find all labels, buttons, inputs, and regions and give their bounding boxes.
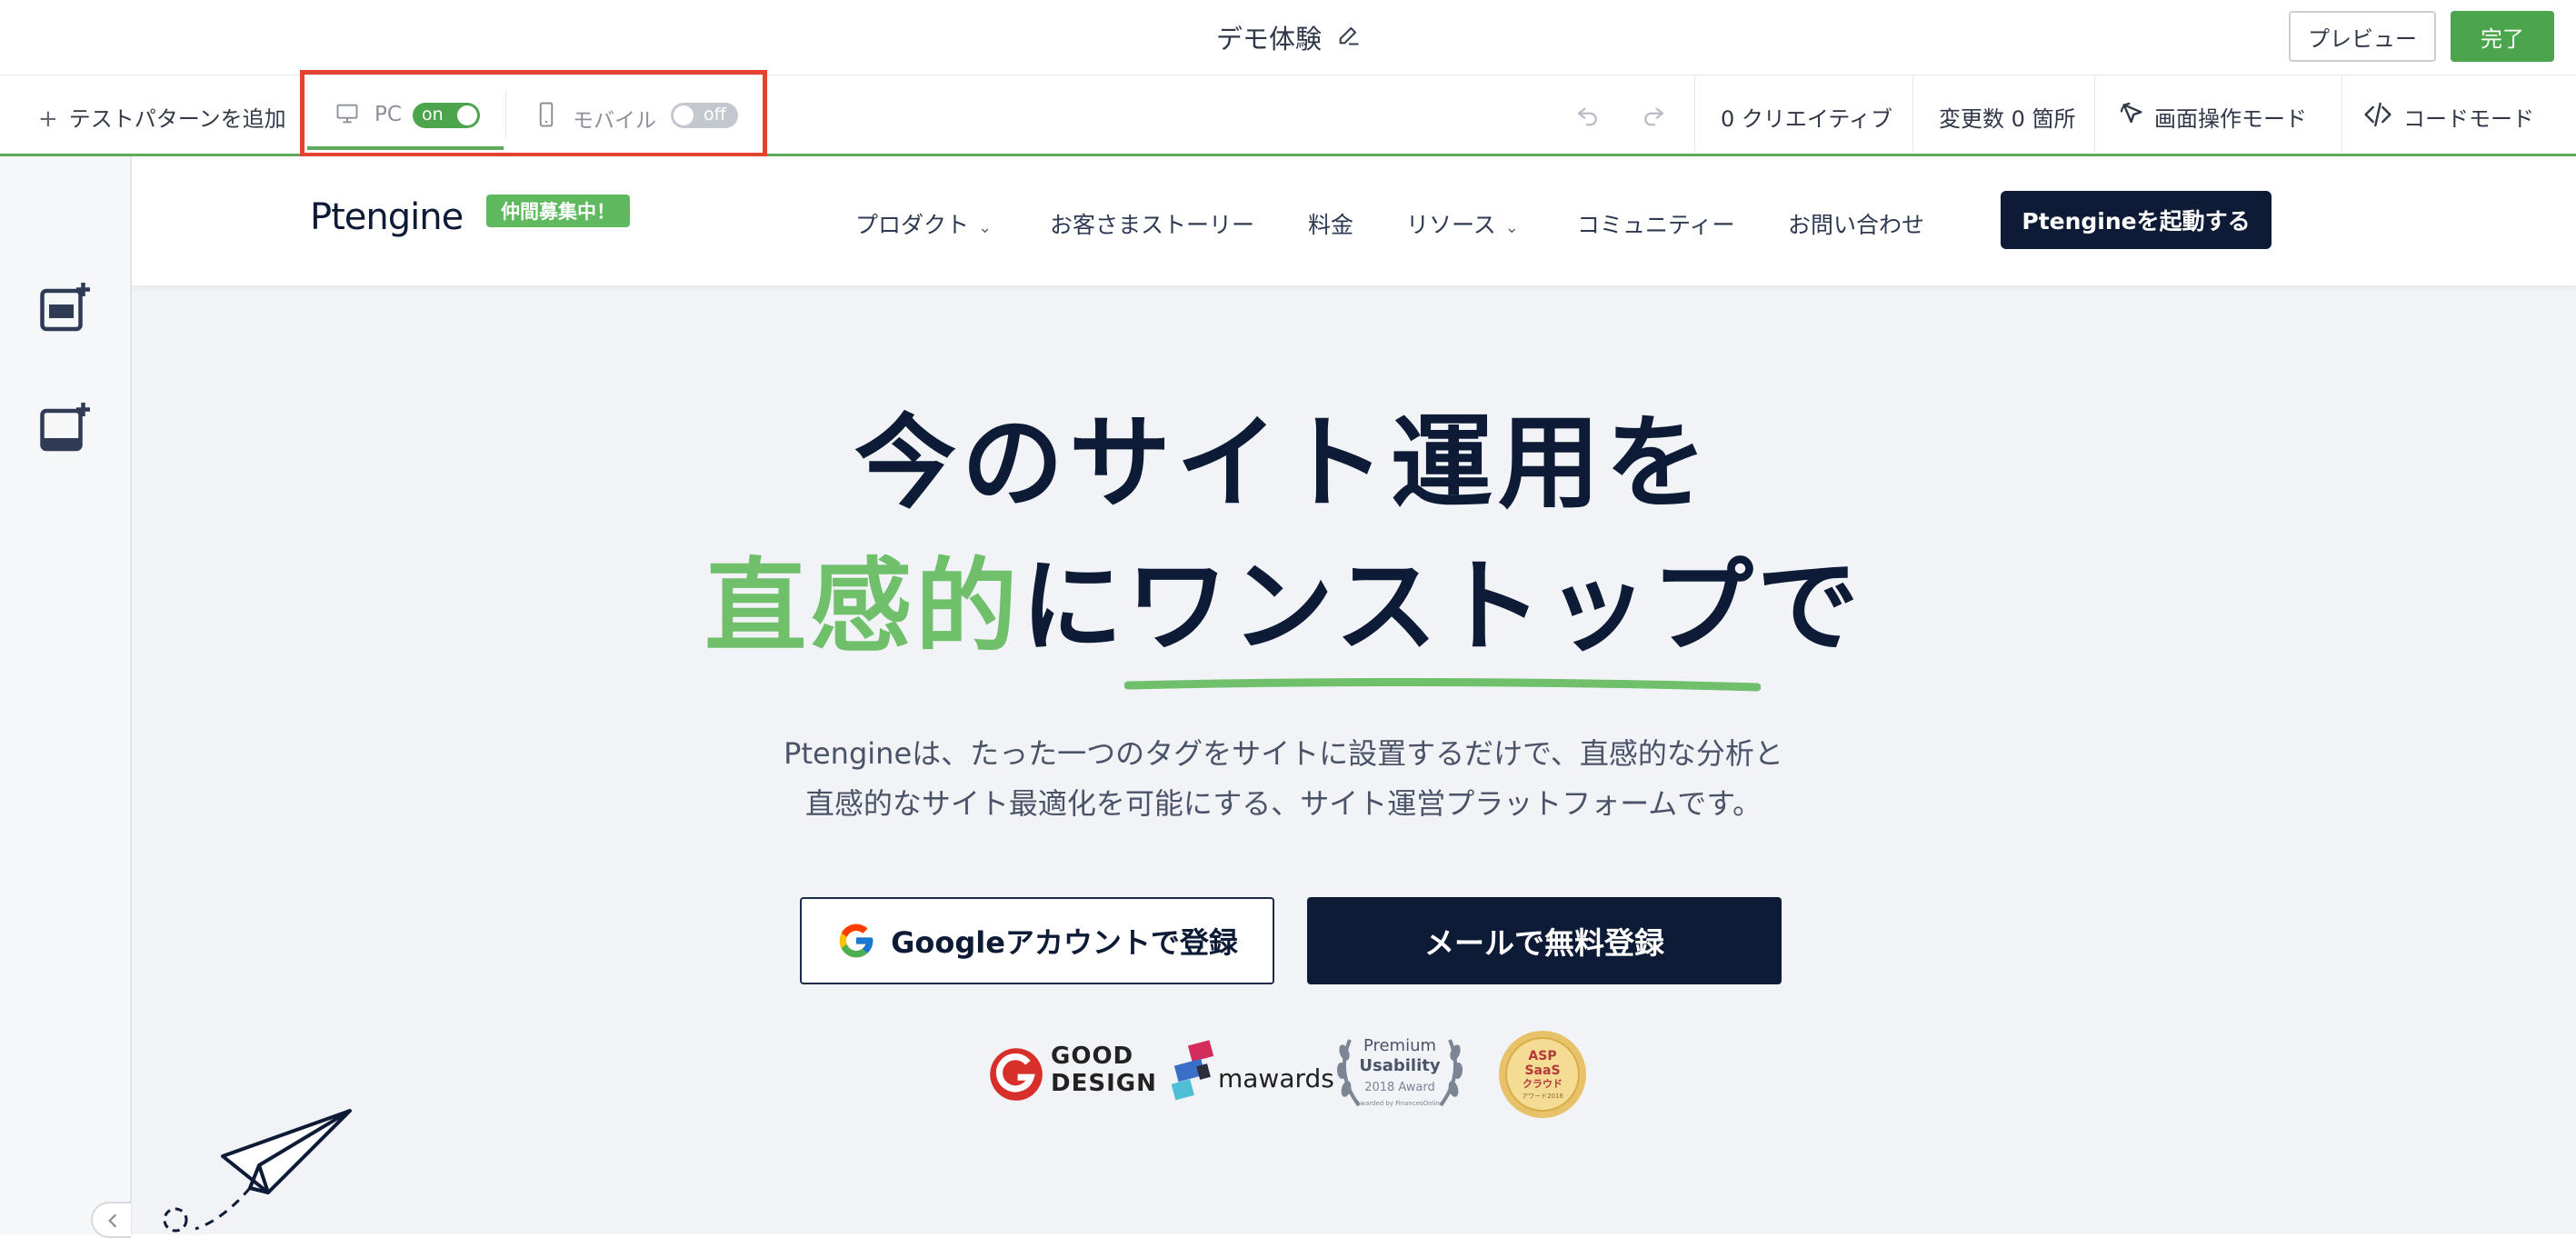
nav-item-product[interactable]: プロダクト ⌄	[855, 207, 992, 240]
toolbar-divider	[2094, 75, 2095, 152]
tab-divider	[505, 92, 506, 137]
site-header: Ptengine 仲間募集中！ プロダクト ⌄ お客さまストーリー 料金 リソース…	[132, 156, 2576, 285]
tab-pc[interactable]: PC on	[307, 75, 504, 150]
nav-item-contact[interactable]: お問い合わせ	[1788, 207, 1924, 240]
toolbar-divider	[2341, 75, 2342, 152]
hero-description-line2: 直感的なサイト最適化を可能にする、サイト運営プラットフォームです。	[804, 786, 1762, 821]
tab-pc-label: PC	[374, 103, 402, 126]
good-design-text: DESIGN	[1051, 1070, 1157, 1097]
toolbar-divider	[1694, 75, 1695, 152]
saas-text: SaaS	[1524, 1063, 1560, 1078]
add-block-icon[interactable]	[38, 280, 93, 334]
creatives-counter[interactable]: 0 クリエイティブ	[1721, 101, 1892, 133]
chevron-left-icon	[108, 1213, 117, 1228]
screen-operation-mode-label: 画面操作モード	[2154, 106, 2307, 132]
undo-icon[interactable]	[1574, 101, 1602, 128]
nav-item-resources[interactable]: リソース ⌄	[1406, 207, 1519, 240]
nav-item-stories[interactable]: お客さまストーリー	[1050, 207, 1254, 240]
usability-text: Usability	[1359, 1056, 1440, 1075]
mobile-icon	[539, 102, 554, 127]
cloud-text: クラウド	[1523, 1078, 1563, 1090]
add-test-pattern-label: テストパターンを追加	[68, 106, 286, 132]
code-mode-label: コードモード	[2403, 106, 2534, 132]
premium-text: Premium	[1363, 1036, 1436, 1055]
preview-button[interactable]: プレビュー	[2289, 11, 2436, 62]
email-signup-button[interactable]: メールで無料登録	[1307, 897, 1782, 984]
hero-highlight-intuitive: 直感的	[704, 548, 1022, 666]
document-title[interactable]: デモ体験	[1216, 18, 1322, 56]
asp-saas-award-icon: ASP SaaS クラウド アワード2016	[1499, 1031, 1586, 1118]
desktop-icon	[336, 104, 358, 124]
editor-toolbar: + テストパターンを追加 PC on モバイル off 0 クリエイティブ 変更…	[0, 75, 2576, 156]
toolbar-divider	[1912, 75, 1913, 152]
add-test-pattern-button[interactable]: + テストパターンを追加	[38, 101, 286, 133]
toggle-knob	[457, 105, 477, 125]
google-signup-label: Googleアカウントで登録	[891, 925, 1238, 960]
nav-label: リソース	[1406, 212, 1496, 238]
pc-toggle-state: on	[422, 105, 444, 125]
good-design-text: GOOD	[1051, 1043, 1134, 1070]
launch-ptengine-button[interactable]: Ptengineを起動する	[2001, 191, 2271, 249]
premium-usability-award-icon: Premium Usability 2018 Award Awarded by …	[1336, 1036, 1463, 1107]
asp-text: ASP	[1528, 1049, 1556, 1063]
hero-text-onestop: ワンストップ	[1126, 548, 1757, 666]
editor-title-bar: デモ体験 プレビュー 完了	[0, 0, 2576, 75]
hero-underline-decoration	[1124, 677, 1761, 692]
nav-label: プロダクト	[855, 212, 970, 238]
hero-description: Ptengineは、たった一つのタグをサイトに設置するだけで、直感的な分析と 直…	[132, 729, 2435, 829]
award-2016-text: アワード2016	[1522, 1093, 1563, 1100]
nav-item-community[interactable]: コミュニティー	[1577, 207, 1735, 240]
good-design-logo-icon	[990, 1048, 1043, 1101]
pencil-icon[interactable]	[1336, 22, 1362, 47]
tab-mobile[interactable]: モバイル off	[509, 75, 754, 150]
google-icon	[839, 924, 874, 958]
done-button[interactable]: 完了	[2451, 11, 2554, 62]
mawards-award: mawards	[1218, 1063, 1334, 1093]
hiring-badge[interactable]: 仲間募集中！	[486, 195, 630, 227]
changes-counter[interactable]: 変更数 0 箇所	[1939, 101, 2076, 133]
redo-icon[interactable]	[1640, 101, 1667, 128]
hero-description-line1: Ptengineは、たった一つのタグをサイトに設置するだけで、直感的な分析と	[784, 736, 1783, 771]
cursor-icon	[2120, 102, 2142, 124]
hero-text-ni: に	[1021, 548, 1127, 666]
toggle-knob	[674, 105, 694, 125]
tab-mobile-label: モバイル	[573, 109, 656, 133]
site-logo[interactable]: Ptengine	[310, 196, 464, 238]
hero-headline-line1: 今のサイト運用を	[854, 404, 1712, 523]
pc-toggle[interactable]: on	[413, 103, 480, 128]
code-icon	[2364, 102, 2391, 127]
left-tool-panel	[0, 156, 132, 1238]
nav-item-pricing[interactable]: 料金	[1308, 207, 1353, 240]
mobile-toggle-state: off	[704, 105, 726, 125]
award-year-text: 2018 Award	[1364, 1081, 1435, 1094]
hero-headline-line2: 直感的にワンストップで	[132, 556, 2435, 658]
paper-plane-icon	[163, 1109, 352, 1233]
good-design-award: GOOD DESIGN	[1051, 1043, 1157, 1097]
plus-icon: +	[38, 105, 58, 133]
collapse-panel-button[interactable]	[91, 1202, 131, 1238]
chevron-down-icon: ⌄	[978, 218, 993, 237]
hero-text-de: で	[1756, 548, 1862, 666]
website-preview-canvas[interactable]: Ptengine 仲間募集中！ プロダクト ⌄ お客さまストーリー 料金 リソース…	[132, 156, 2576, 1234]
mobile-toggle[interactable]: off	[671, 103, 738, 128]
chevron-down-icon: ⌄	[1504, 218, 1519, 237]
awarded-by-text: Awarded by FinancesOnline	[1356, 1100, 1444, 1107]
google-signup-button[interactable]: Googleアカウントで登録	[800, 897, 1274, 984]
add-footer-block-icon[interactable]	[38, 400, 93, 454]
